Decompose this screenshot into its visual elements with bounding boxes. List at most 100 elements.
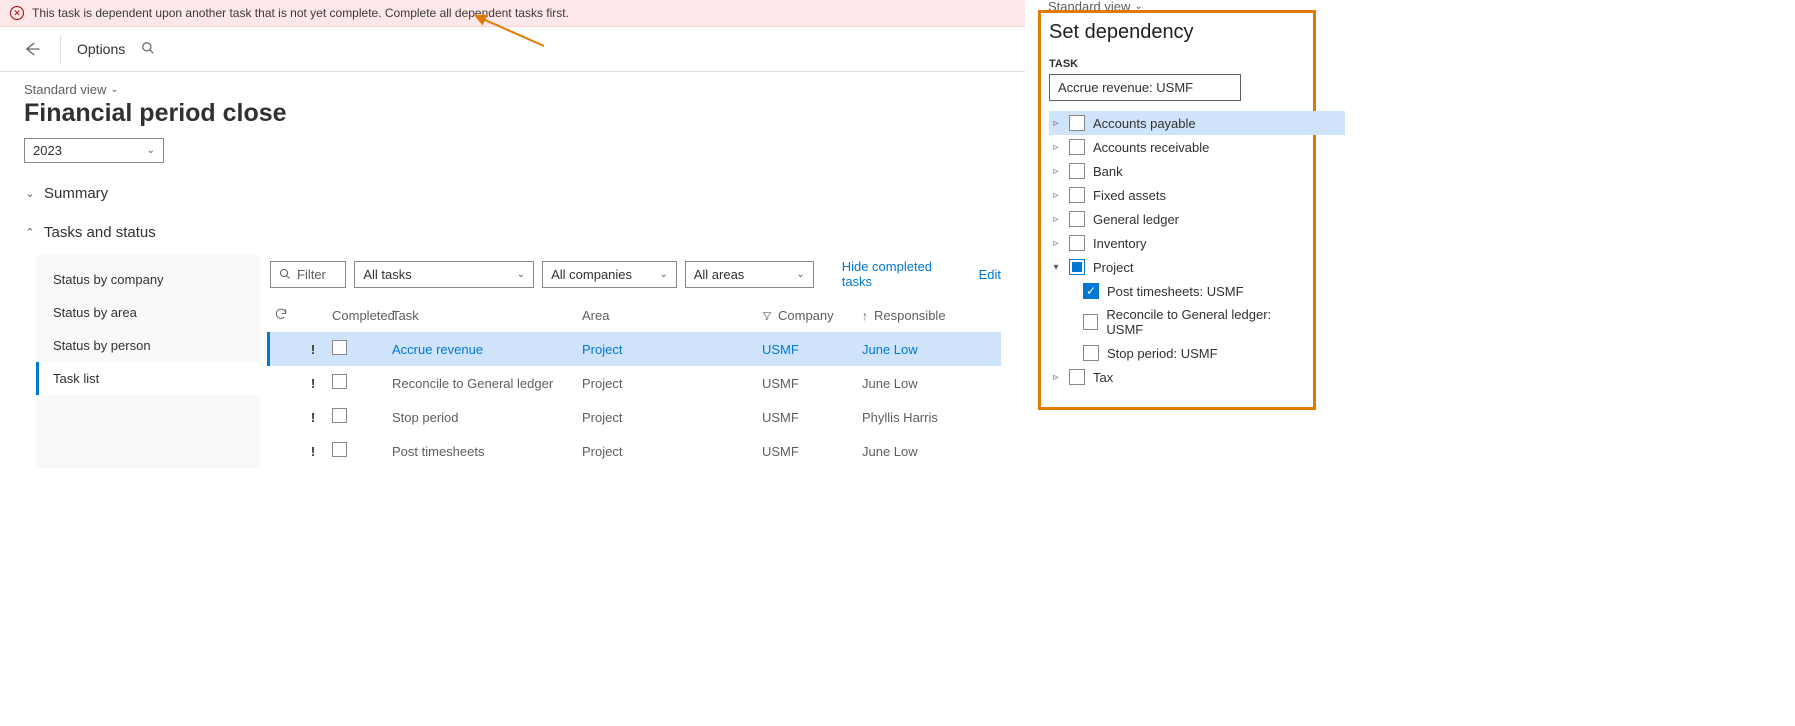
chevron-down-icon: ⌄ bbox=[110, 84, 118, 95]
alert-icon: ! bbox=[298, 408, 328, 427]
cell-task[interactable]: Reconcile to General ledger bbox=[388, 374, 578, 393]
back-button[interactable] bbox=[20, 37, 44, 61]
chevron-up-icon: ⌃ bbox=[24, 226, 36, 239]
checkbox-icon[interactable] bbox=[1069, 115, 1085, 131]
standard-view-label: Standard view bbox=[24, 82, 106, 97]
tree-item-label: Fixed assets bbox=[1093, 188, 1166, 203]
checkbox-icon[interactable] bbox=[1083, 314, 1098, 330]
tree-item-label: Inventory bbox=[1093, 236, 1146, 251]
tree-item[interactable]: ▹Tax bbox=[1049, 365, 1305, 389]
cell-responsible: June Low bbox=[858, 442, 958, 461]
dependency-task-input[interactable]: Accrue revenue: USMF bbox=[1049, 74, 1241, 101]
cell-responsible: June Low bbox=[858, 340, 958, 359]
filter-icon bbox=[762, 311, 772, 321]
col-task[interactable]: Task bbox=[388, 306, 578, 325]
tree-item[interactable]: ▹ Accounts receivable bbox=[1049, 135, 1305, 159]
sidebar-item-status-by-area[interactable]: Status by area bbox=[36, 296, 260, 329]
filter-tasks-dropdown[interactable]: All tasks ⌄ bbox=[354, 261, 534, 288]
search-button[interactable] bbox=[141, 41, 155, 58]
triangle-right-icon[interactable]: ▹ bbox=[1051, 142, 1061, 153]
alert-icon: ! bbox=[298, 442, 328, 461]
tree-item-label: Accounts receivable bbox=[1093, 140, 1209, 155]
tree-item-label: Post timesheets: USMF bbox=[1107, 284, 1244, 299]
filter-input[interactable]: Filter bbox=[270, 261, 346, 288]
tree-item[interactable]: ▹Accounts payable bbox=[1049, 111, 1345, 135]
checkbox-icon[interactable] bbox=[1069, 235, 1085, 251]
cell-area: Project bbox=[578, 408, 758, 427]
checkbox-partial-icon[interactable] bbox=[1069, 259, 1085, 275]
chevron-down-icon: ⌄ bbox=[24, 187, 36, 200]
tree-item[interactable]: ▹ General ledger bbox=[1049, 207, 1305, 231]
standard-view-dropdown[interactable]: Standard view ⌄ bbox=[24, 82, 119, 97]
search-icon bbox=[279, 268, 291, 280]
cell-task[interactable]: Post timesheets bbox=[388, 442, 578, 461]
triangle-right-icon[interactable]: ▹ bbox=[1051, 118, 1061, 129]
col-responsible[interactable]: Responsible bbox=[874, 308, 946, 323]
edit-link[interactable]: Edit bbox=[979, 267, 1001, 282]
tree-item[interactable]: ▹ Fixed assets bbox=[1049, 183, 1305, 207]
col-company[interactable]: Company bbox=[778, 308, 834, 323]
table-row[interactable]: ! Stop periodProjectUSMFPhyllis Harris bbox=[270, 400, 1001, 434]
completed-checkbox[interactable] bbox=[332, 408, 347, 423]
section-tasks[interactable]: ⌃ Tasks and status bbox=[24, 224, 1001, 241]
cell-responsible: June Low bbox=[858, 374, 958, 393]
triangle-right-icon[interactable]: ▹ bbox=[1051, 190, 1061, 201]
tree-item[interactable]: ▹Bank bbox=[1049, 159, 1305, 183]
checkbox-icon[interactable] bbox=[1069, 187, 1085, 203]
checkbox-icon[interactable] bbox=[1069, 211, 1085, 227]
page-title: Financial period close bbox=[24, 99, 1001, 128]
options-menu[interactable]: Options bbox=[77, 41, 125, 57]
table-row[interactable]: !Reconcile to General ledgerProjectUSMFJ… bbox=[270, 366, 1001, 400]
checkbox-icon[interactable] bbox=[1083, 345, 1099, 361]
dependency-task-value: Accrue revenue: USMF bbox=[1058, 80, 1193, 95]
checkbox-icon[interactable] bbox=[1069, 139, 1085, 155]
cell-company: USMF bbox=[758, 408, 858, 427]
cell-responsible: Phyllis Harris bbox=[858, 408, 958, 427]
tree-child-item[interactable]: ✓ Post timesheets: USMF bbox=[1049, 279, 1305, 303]
table-row[interactable]: !Accrue revenueProjectUSMFJune Low bbox=[267, 332, 1001, 366]
tree-child-item[interactable]: Stop period: USMF bbox=[1049, 341, 1305, 365]
tree-item[interactable]: ▾Project bbox=[1049, 255, 1305, 279]
checkbox-icon[interactable] bbox=[1069, 369, 1085, 385]
year-select[interactable]: 2023 ⌄ bbox=[24, 138, 164, 163]
completed-checkbox[interactable] bbox=[332, 442, 347, 457]
dependency-tree: ▹Accounts payable▹Accounts receivable▹Ba… bbox=[1049, 111, 1305, 389]
table-row[interactable]: !Post timesheetsProjectUSMFJune Low bbox=[270, 434, 1001, 468]
alert-icon: ! bbox=[298, 374, 328, 393]
tree-item-label: Reconcile to General ledger: USMF bbox=[1106, 307, 1303, 337]
chevron-down-icon: ⌄ bbox=[659, 269, 667, 280]
cell-company: USMF bbox=[758, 442, 858, 461]
sidebar-item-status-by-company[interactable]: Status by company bbox=[36, 263, 260, 296]
sort-asc-icon: ↑ bbox=[862, 309, 868, 323]
error-icon: ✕ bbox=[10, 6, 24, 20]
triangle-right-icon[interactable]: ▹ bbox=[1051, 214, 1061, 225]
triangle-right-icon[interactable]: ▹ bbox=[1051, 372, 1061, 383]
triangle-right-icon[interactable]: ▹ bbox=[1051, 238, 1061, 249]
tree-child-item[interactable]: Reconcile to General ledger: USMF bbox=[1049, 303, 1305, 341]
tree-item-label: General ledger bbox=[1093, 212, 1179, 227]
error-banner: ✕ This task is dependent upon another ta… bbox=[0, 0, 1025, 27]
filter-companies-value: All companies bbox=[551, 267, 632, 282]
cell-task[interactable]: Stop period bbox=[388, 408, 578, 427]
refresh-icon[interactable] bbox=[270, 305, 298, 326]
year-value: 2023 bbox=[33, 143, 62, 158]
triangle-right-icon[interactable]: ▹ bbox=[1051, 166, 1061, 177]
checkbox-icon[interactable] bbox=[1069, 163, 1085, 179]
dependency-task-label: TASK bbox=[1049, 58, 1305, 70]
filter-companies-dropdown[interactable]: All companies ⌄ bbox=[542, 261, 677, 288]
cell-task[interactable]: Accrue revenue bbox=[388, 340, 578, 359]
sidebar-item-task-list[interactable]: Task list bbox=[36, 362, 260, 395]
completed-checkbox[interactable] bbox=[332, 374, 347, 389]
cell-area: Project bbox=[578, 340, 758, 359]
triangle-down-icon[interactable]: ▾ bbox=[1051, 262, 1061, 273]
hide-completed-link[interactable]: Hide completed tasks bbox=[842, 259, 959, 289]
checkbox-checked-icon[interactable]: ✓ bbox=[1083, 283, 1099, 299]
sidebar-item-status-by-person[interactable]: Status by person bbox=[36, 329, 260, 362]
completed-checkbox[interactable] bbox=[332, 340, 347, 355]
separator bbox=[60, 35, 61, 63]
col-area[interactable]: Area bbox=[578, 306, 758, 325]
tree-item[interactable]: ▹ Inventory bbox=[1049, 231, 1305, 255]
col-completed[interactable]: Completed bbox=[328, 306, 388, 325]
section-summary[interactable]: ⌄ Summary bbox=[24, 185, 1001, 202]
filter-areas-dropdown[interactable]: All areas ⌄ bbox=[685, 261, 814, 288]
